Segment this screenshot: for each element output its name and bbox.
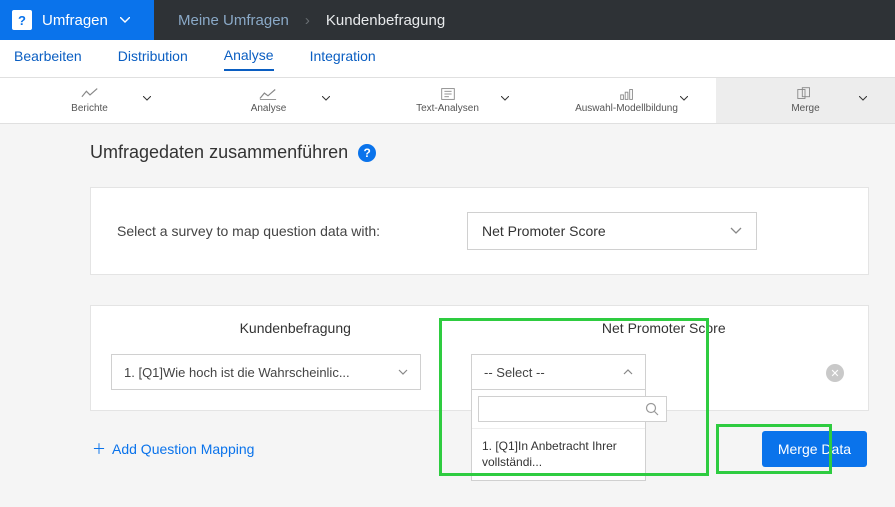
- chevron-up-icon: [623, 369, 633, 375]
- tool-text-label: Text-Analysen: [416, 103, 479, 114]
- page-title-text: Umfragedaten zusammenführen: [90, 142, 348, 163]
- chevron-right-icon: ›: [305, 12, 310, 29]
- tool-merge[interactable]: Merge: [716, 78, 895, 123]
- mapping-right-header: Net Promoter Score: [480, 320, 849, 336]
- tool-merge-label: Merge: [791, 103, 819, 114]
- analyse-icon: [259, 87, 277, 101]
- source-question-value: 1. [Q1]Wie hoch ist die Wahrscheinlic...: [124, 365, 350, 380]
- help-icon[interactable]: ?: [358, 144, 376, 162]
- survey-select-label: Select a survey to map question data wit…: [117, 223, 437, 239]
- breadcrumb-parent[interactable]: Meine Umfragen: [178, 12, 289, 29]
- tool-choice-label: Auswahl-Modellbildung: [575, 103, 678, 114]
- tool-choice[interactable]: Auswahl-Modellbildung: [537, 78, 716, 123]
- page-title: Umfragedaten zusammenführen ?: [90, 142, 869, 163]
- tool-reports[interactable]: Berichte: [0, 78, 179, 123]
- chevron-down-icon[interactable]: [680, 96, 688, 101]
- choice-icon: [618, 87, 636, 101]
- tool-analyse-label: Analyse: [251, 103, 287, 114]
- reports-icon: [81, 87, 99, 101]
- chevron-down-icon[interactable]: [143, 96, 151, 101]
- close-icon: ✕: [830, 367, 839, 380]
- search-icon: [645, 402, 659, 416]
- plus-icon: ＋: [92, 439, 106, 459]
- chevron-down-icon[interactable]: [859, 96, 867, 101]
- survey-select-card: Select a survey to map question data wit…: [90, 187, 869, 275]
- add-mapping-label: Add Question Mapping: [112, 441, 254, 457]
- survey-select-value: Net Promoter Score: [482, 223, 606, 239]
- merge-icon: [796, 87, 814, 101]
- page-tabs: Bearbeiten Distribution Analyse Integrat…: [0, 40, 895, 78]
- chevron-down-icon: [730, 227, 742, 235]
- target-question-value: -- Select --: [484, 365, 545, 380]
- remove-row-button[interactable]: ✕: [826, 364, 844, 382]
- tool-reports-label: Berichte: [71, 103, 108, 114]
- source-question-select[interactable]: 1. [Q1]Wie hoch ist die Wahrscheinlic...: [111, 354, 421, 390]
- dropdown-search-input[interactable]: [478, 396, 667, 422]
- brand-menu[interactable]: ? Umfragen: [0, 0, 154, 40]
- breadcrumb: Meine Umfragen › Kundenbefragung: [154, 0, 895, 40]
- target-question-select[interactable]: -- Select --: [471, 354, 646, 390]
- dropdown-option[interactable]: 1. [Q1]In Anbetracht Ihrer vollständi...: [472, 428, 645, 480]
- mapping-left-header: Kundenbefragung: [111, 320, 480, 336]
- brand-label: Umfragen: [42, 12, 108, 29]
- tab-analyse[interactable]: Analyse: [224, 47, 274, 71]
- survey-select[interactable]: Net Promoter Score: [467, 212, 757, 250]
- chevron-down-icon[interactable]: [501, 96, 509, 101]
- breadcrumb-current: Kundenbefragung: [326, 12, 445, 29]
- chevron-down-icon: [120, 17, 130, 23]
- tool-analyse[interactable]: Analyse: [179, 78, 358, 123]
- analysis-toolbar: Berichte Analyse Text-Analysen Auswahl-M…: [0, 78, 895, 124]
- target-question-dropdown: 1. [Q1]In Anbetracht Ihrer vollständi...: [471, 390, 646, 481]
- tool-text[interactable]: Text-Analysen: [358, 78, 537, 123]
- merge-data-button[interactable]: Merge Data: [762, 431, 867, 467]
- tab-integration[interactable]: Integration: [310, 48, 376, 70]
- mapping-card: Kundenbefragung Net Promoter Score 1. [Q…: [90, 305, 869, 411]
- text-icon: [439, 87, 457, 101]
- add-question-mapping[interactable]: ＋ Add Question Mapping: [92, 439, 254, 459]
- chevron-down-icon: [398, 369, 408, 375]
- tab-edit[interactable]: Bearbeiten: [14, 48, 82, 70]
- tab-distribution[interactable]: Distribution: [118, 48, 188, 70]
- app-logo-icon: ?: [12, 10, 32, 30]
- chevron-down-icon[interactable]: [322, 96, 330, 101]
